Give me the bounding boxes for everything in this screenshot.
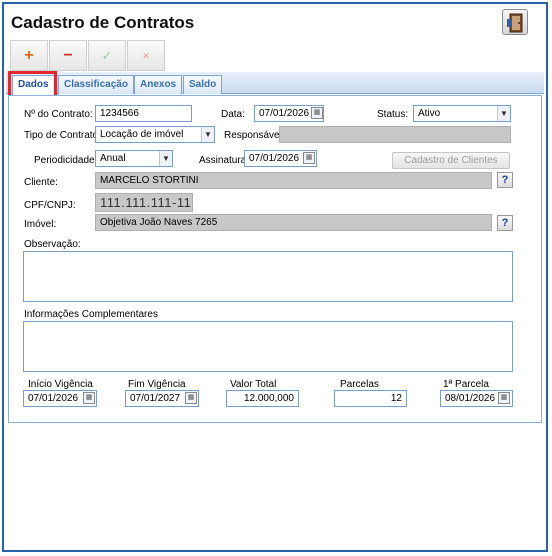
confirm-button[interactable]: ✓ <box>88 40 126 71</box>
status-select[interactable]: Ativo ▼ <box>413 105 511 122</box>
chevron-down-icon: ▼ <box>497 106 510 121</box>
status-label: Status: <box>377 109 409 120</box>
tipo-select[interactable]: Locação de imóvel ▼ <box>95 126 215 143</box>
cliente-help-button[interactable]: ? <box>497 172 513 188</box>
periodicidade-select[interactable]: Anual ▼ <box>95 150 173 167</box>
imovel-help-button[interactable]: ? <box>497 215 513 231</box>
calendar-icon[interactable]: ▦ <box>311 107 323 119</box>
observacao-label: Observação: <box>24 239 81 250</box>
window-title: Cadastro de Contratos <box>11 13 195 32</box>
remove-button[interactable]: − <box>49 40 87 71</box>
tipo-value: Locação de imóvel <box>100 129 184 140</box>
assinatura-label: Assinatura: <box>199 155 250 166</box>
info-label: Informações Complementares <box>24 309 158 320</box>
periodicidade-label: Periodicidade: <box>34 155 98 166</box>
tab-saldo[interactable]: Saldo <box>183 75 223 94</box>
inicio-label: Início Vigência <box>28 379 93 390</box>
fim-label: Fim Vigência <box>128 379 186 390</box>
responsavel-label: Responsável: <box>224 130 285 141</box>
data-label: Data: <box>221 109 245 120</box>
primeira-label: 1ª Parcela <box>443 379 489 390</box>
calendar-icon[interactable]: ▦ <box>83 392 95 404</box>
tab-strip: Dados Classificação Anexos Saldo <box>6 72 544 95</box>
calendar-icon[interactable]: ▦ <box>303 152 315 164</box>
contract-window: Cadastro de Contratos + − ✓ × Dados Clas… <box>2 2 548 552</box>
cpf-input[interactable]: 111.111.111-11 <box>95 193 193 212</box>
chevron-down-icon: ▼ <box>159 151 172 166</box>
cpf-label: CPF/CNPJ: <box>24 200 76 211</box>
parcelas-label: Parcelas <box>340 379 379 390</box>
calendar-icon[interactable]: ▦ <box>498 392 510 404</box>
numero-label: Nº do Contrato: <box>24 109 93 120</box>
calendar-icon[interactable]: ▦ <box>185 392 197 404</box>
responsavel-input[interactable] <box>279 126 511 143</box>
tipo-label: Tipo de Contrato: <box>24 130 101 141</box>
valor-input[interactable]: 12.000,000 <box>226 390 299 407</box>
exit-door-icon[interactable] <box>502 9 528 35</box>
parcelas-input[interactable]: 12 <box>334 390 407 407</box>
imovel-label: Imóvel: <box>24 219 57 230</box>
cliente-label: Cliente: <box>24 177 58 188</box>
info-textarea[interactable] <box>23 321 513 372</box>
numero-input[interactable]: 1234566 <box>95 105 192 122</box>
tab-classificacao[interactable]: Classificação <box>58 75 134 94</box>
chevron-down-icon: ▼ <box>201 127 214 142</box>
cancel-button[interactable]: × <box>127 40 165 71</box>
periodicidade-value: Anual <box>100 153 126 164</box>
valor-label: Valor Total <box>230 379 277 390</box>
observacao-textarea[interactable] <box>23 251 513 302</box>
cadastro-clientes-button[interactable]: Cadastro de Clientes <box>392 152 510 169</box>
toolbar: + − ✓ × <box>8 40 546 72</box>
tab-anexos[interactable]: Anexos <box>134 75 183 94</box>
title-bar: Cadastro de Contratos <box>4 4 546 40</box>
status-value: Ativo <box>418 108 441 119</box>
cliente-input[interactable]: MARCELO STORTINI <box>95 172 492 189</box>
imovel-input[interactable]: Objetiva João Naves 7265 <box>95 214 492 231</box>
add-button[interactable]: + <box>10 40 48 71</box>
